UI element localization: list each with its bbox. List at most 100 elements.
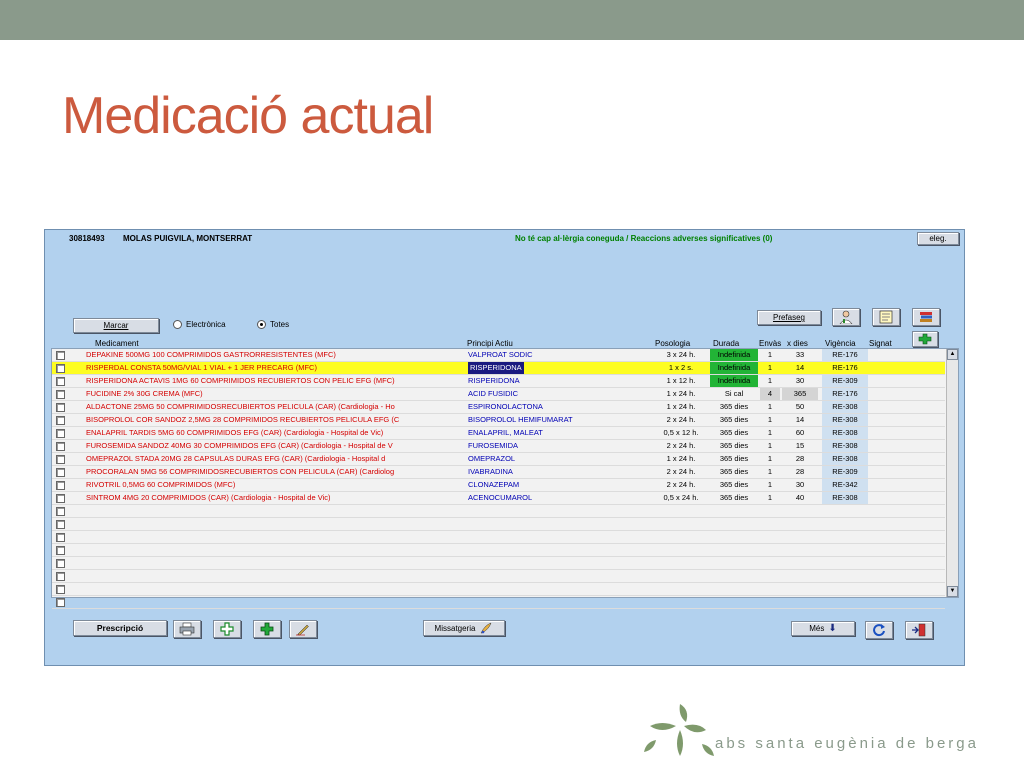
header-x-dies: x dies [787, 339, 808, 348]
table-row[interactable]: OMEPRAZOL STADA 20MG 28 CAPSULAS DURAS E… [52, 453, 945, 466]
table-row[interactable]: PROCORALAN 5MG 56 COMPRIMIDOSRECUBIERTOS… [52, 466, 945, 479]
cell-medicament: DEPAKINE 500MG 100 COMPRIMIDOS GASTRORRE… [86, 350, 336, 359]
filter-totes[interactable]: Totes [257, 320, 289, 329]
cell-posologia: 1 x 12 h. [666, 376, 696, 385]
table-row[interactable] [52, 544, 945, 557]
notepad-icon [879, 310, 893, 324]
cell-principi-actiu: FUROSEMIDA [468, 441, 519, 450]
cell-medicament: RIVOTRIL 0,5MG 60 COMPRIMIDOS (MFC) [86, 480, 236, 489]
cell-envas: 1 [767, 454, 773, 463]
cell-vigencia: RE-342 [822, 479, 868, 491]
table-row[interactable]: RIVOTRIL 0,5MG 60 COMPRIMIDOS (MFC) CLONA… [52, 479, 945, 492]
books-button[interactable] [912, 308, 940, 326]
cell-principi-actiu: RISPERIDONA [468, 362, 524, 374]
table-row[interactable]: SINTROM 4MG 20 COMPRIMIDOS (CAR) (Cardio… [52, 492, 945, 505]
row-checkbox[interactable] [56, 390, 65, 399]
exit-button[interactable] [905, 621, 933, 639]
row-checkbox[interactable] [56, 377, 65, 386]
cell-vigencia: RE-308 [822, 401, 868, 413]
header-principi-actiu: Principi Actiu [467, 339, 513, 348]
table-row[interactable]: ALDACTONE 25MG 50 COMPRIMIDOSRECUBIERTOS… [52, 401, 945, 414]
row-checkbox[interactable] [56, 416, 65, 425]
cell-posologia: 2 x 24 h. [666, 415, 696, 424]
cell-vigencia: RE-308 [822, 453, 868, 465]
row-checkbox[interactable] [56, 572, 65, 581]
row-checkbox[interactable] [56, 598, 65, 607]
cell-envas: 1 [767, 441, 773, 450]
row-checkbox[interactable] [56, 559, 65, 568]
refresh-button[interactable] [865, 621, 893, 639]
cell-envas: 1 [767, 376, 773, 385]
filter-electronica-label: Electrònica [186, 320, 226, 329]
cell-principi-actiu: ACENOCUMAROL [468, 493, 533, 502]
cell-dies: 14 [795, 415, 805, 424]
table-row[interactable] [52, 505, 945, 518]
table-row[interactable]: RISPERIDONA ACTAVIS 1MG 60 COMPRIMIDOS R… [52, 375, 945, 388]
vertical-scrollbar[interactable]: ▲ ▼ [946, 349, 958, 597]
medication-window: 30818493 MOLAS PUIGVILA, MONTSERRAT No t… [44, 229, 965, 666]
table-row[interactable]: FUROSEMIDA SANDOZ 40MG 30 COMPRIMIDOS EF… [52, 440, 945, 453]
table-row[interactable] [52, 531, 945, 544]
cell-durada: 365 dies [719, 454, 749, 463]
eleg-button[interactable]: eleg. [917, 232, 959, 245]
prefaseg-button[interactable]: Prefaseg [757, 310, 821, 325]
table-row[interactable]: FUCIDINE 2% 30G CREMA (MFC) ACID FUSIDIC 1… [52, 388, 945, 401]
cell-posologia: 2 x 24 h. [666, 467, 696, 476]
filter-electronica[interactable]: Electrònica [173, 320, 226, 329]
pharmacy-filled-button[interactable] [253, 620, 281, 638]
cell-medicament: RISPERDAL CONSTA 50MG/VIAL 1 VIAL + 1 JE… [86, 363, 317, 372]
row-checkbox[interactable] [56, 481, 65, 490]
header-medicament: Medicament [95, 339, 139, 348]
row-checkbox[interactable] [56, 585, 65, 594]
radio-totes[interactable] [257, 320, 266, 329]
pharmacy-outline-button[interactable] [213, 620, 241, 638]
table-row[interactable] [52, 518, 945, 531]
radio-electronica[interactable] [173, 320, 182, 329]
row-checkbox[interactable] [56, 533, 65, 542]
slide-title: Medicació actual [62, 87, 434, 145]
table-row[interactable] [52, 596, 945, 609]
row-checkbox[interactable] [56, 455, 65, 464]
cell-medicament: FUCIDINE 2% 30G CREMA (MFC) [86, 389, 203, 398]
cell-dies: 28 [795, 467, 805, 476]
top-band [0, 0, 1024, 40]
mes-button[interactable]: Més ⬇ [791, 621, 855, 636]
row-checkbox[interactable] [56, 351, 65, 360]
table-row[interactable]: BISOPROLOL COR SANDOZ 2,5MG 28 COMPRIMID… [52, 414, 945, 427]
pharmacy-cross-icon [918, 333, 932, 345]
cell-vigencia: RE-308 [822, 440, 868, 452]
pharmacy-button[interactable] [912, 331, 938, 347]
cell-medicament: OMEPRAZOL STADA 20MG 28 CAPSULAS DURAS E… [86, 454, 386, 463]
row-checkbox[interactable] [56, 442, 65, 451]
cell-posologia: 0,5 x 12 h. [663, 428, 699, 437]
row-checkbox[interactable] [56, 429, 65, 438]
doctor-button[interactable] [832, 308, 860, 326]
table-row[interactable] [52, 557, 945, 570]
cell-dies: 365 [782, 388, 818, 400]
sign-button[interactable] [289, 620, 317, 638]
print-button[interactable] [173, 620, 201, 638]
notes-button[interactable] [872, 308, 900, 326]
cell-vigencia: RE-176 [832, 363, 858, 372]
row-checkbox[interactable] [56, 364, 65, 373]
cell-envas: 1 [767, 402, 773, 411]
row-checkbox[interactable] [56, 546, 65, 555]
cell-medicament: FUROSEMIDA SANDOZ 40MG 30 COMPRIMIDOS EF… [86, 441, 393, 450]
row-checkbox[interactable] [56, 468, 65, 477]
row-checkbox[interactable] [56, 520, 65, 529]
cell-posologia: 1 x 2 s. [668, 363, 694, 372]
table-row[interactable]: DEPAKINE 500MG 100 COMPRIMIDOS GASTRORRE… [52, 349, 945, 362]
row-checkbox[interactable] [56, 507, 65, 516]
table-row[interactable] [52, 570, 945, 583]
table-row[interactable]: RISPERDAL CONSTA 50MG/VIAL 1 VIAL + 1 JE… [52, 362, 945, 375]
table-row[interactable]: ENALAPRIL TARDIS 5MG 60 COMPRIMIDOS EFG … [52, 427, 945, 440]
row-checkbox[interactable] [56, 494, 65, 503]
missatgeria-button[interactable]: Missatgeria [423, 620, 505, 636]
scroll-down-icon[interactable]: ▼ [947, 586, 958, 597]
cell-posologia: 1 x 24 h. [666, 389, 696, 398]
scroll-up-icon[interactable]: ▲ [947, 349, 958, 360]
prescripcio-button[interactable]: Prescripció [73, 620, 167, 636]
table-row[interactable] [52, 583, 945, 596]
row-checkbox[interactable] [56, 403, 65, 412]
marcar-button[interactable]: Marcar [73, 318, 159, 333]
